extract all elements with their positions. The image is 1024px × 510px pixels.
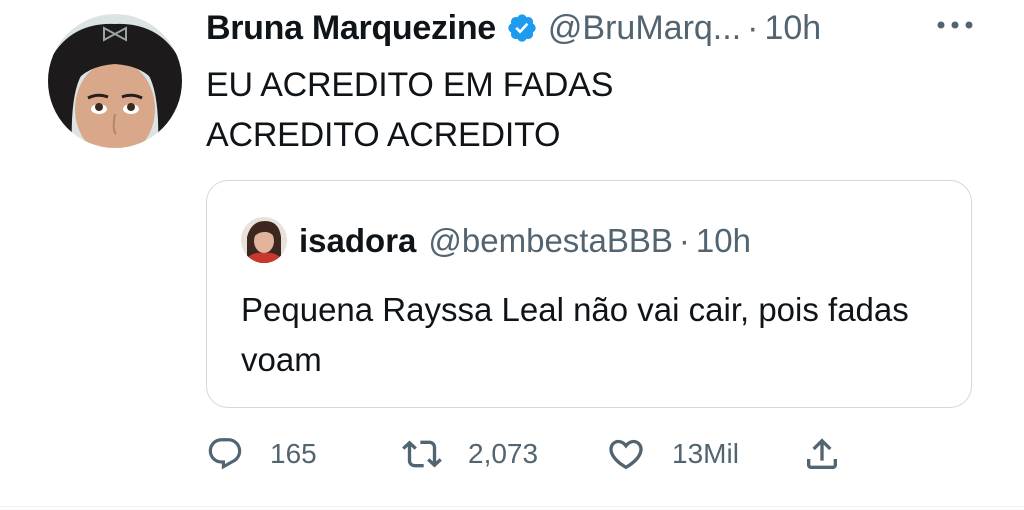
tweet[interactable]: Bruna Marquezine @BruMarq... · 10h EU AC…	[0, 0, 1024, 510]
retweet-button[interactable]: 2,073	[402, 430, 538, 478]
verified-badge-icon	[506, 12, 538, 44]
reply-bubble-icon	[206, 435, 244, 473]
quote-handle[interactable]: @bembestaBBB	[428, 222, 672, 260]
like-count: 13Mil	[672, 438, 739, 469]
like-button[interactable]: 13Mil	[606, 430, 739, 478]
tweet-header: Bruna Marquezine @BruMarq... · 10h	[206, 6, 821, 50]
heart-icon	[606, 434, 646, 474]
more-dots-icon[interactable]	[934, 18, 976, 32]
author-handle[interactable]: @BruMarq...	[548, 9, 741, 48]
quoted-tweet-card[interactable]: isadora @bembestaBBB · 10h Pequena Rayss…	[206, 180, 972, 408]
retweet-icon	[402, 434, 442, 474]
quote-header: isadora @bembestaBBB · 10h	[299, 219, 751, 263]
quote-display-name[interactable]: isadora	[299, 222, 416, 260]
tweet-text-line: EU ACREDITO EM FADAS	[206, 66, 614, 104]
tweet-text-line: ACREDITO ACREDITO	[206, 116, 561, 154]
quote-author-avatar[interactable]	[241, 217, 287, 263]
share-upload-icon	[802, 434, 842, 474]
author-display-name[interactable]: Bruna Marquezine	[206, 9, 496, 48]
tweet-timestamp[interactable]: 10h	[764, 9, 821, 48]
separator-dot: ·	[747, 8, 759, 47]
quote-timestamp[interactable]: 10h	[696, 222, 751, 260]
divider	[0, 506, 1024, 507]
tweet-text: EU ACREDITO EM FADAS ACREDITO ACREDITO	[206, 60, 613, 160]
author-avatar[interactable]	[48, 14, 182, 148]
quote-text: Pequena Rayssa Leal não vai cair, pois f…	[241, 291, 909, 378]
separator-dot: ·	[678, 222, 690, 259]
action-bar: 165 2,073 13Mil	[206, 430, 906, 478]
reply-button[interactable]: 165	[206, 430, 317, 478]
retweet-count: 2,073	[468, 438, 539, 469]
reply-count: 165	[270, 438, 317, 469]
share-button[interactable]	[802, 430, 842, 478]
